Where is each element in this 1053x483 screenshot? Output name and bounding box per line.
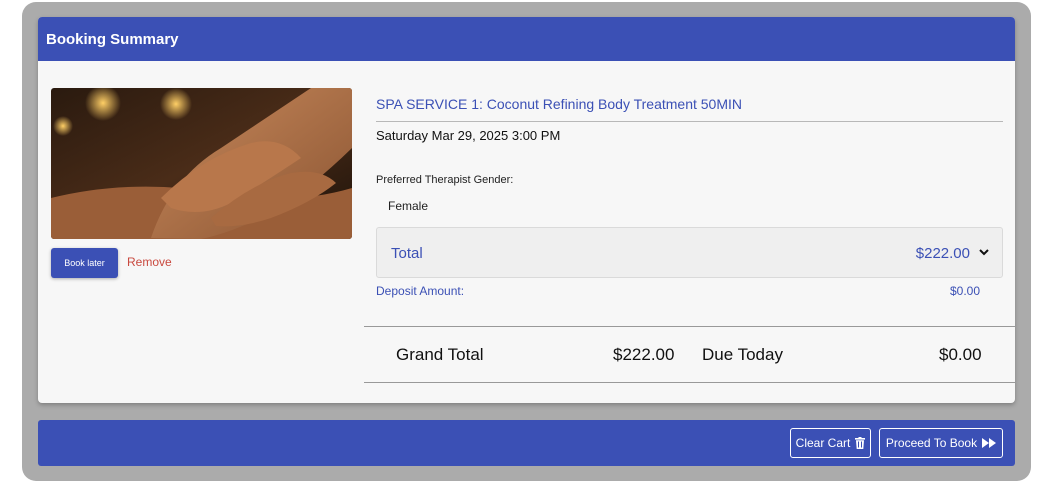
footer-bar: Clear Cart Proceed To Book xyxy=(38,420,1015,466)
divider xyxy=(364,326,1015,327)
book-later-button[interactable]: Book later xyxy=(51,248,118,278)
total-label: Total xyxy=(391,245,423,262)
proceed-to-book-button[interactable]: Proceed To Book xyxy=(879,428,1003,458)
clear-cart-label: Clear Cart xyxy=(795,436,851,450)
divider xyxy=(364,382,1015,383)
proceed-label: Proceed To Book xyxy=(885,436,978,450)
grand-total-value: $222.00 xyxy=(613,345,675,364)
divider xyxy=(376,121,1003,122)
trash-icon xyxy=(855,437,866,449)
page-title: Booking Summary xyxy=(46,31,179,48)
service-title: SPA SERVICE 1: Coconut Refining Body Tre… xyxy=(376,96,742,112)
total-value: $222.00 xyxy=(915,245,970,262)
total-expander[interactable]: Total $222.00 xyxy=(376,227,1003,278)
fast-forward-icon xyxy=(982,438,997,448)
remove-link[interactable]: Remove xyxy=(127,255,172,269)
grand-total-label: Grand Total xyxy=(396,345,484,364)
service-datetime: Saturday Mar 29, 2025 3:00 PM xyxy=(376,128,561,143)
panel-header: Booking Summary xyxy=(38,17,1015,61)
due-today-value: $0.00 xyxy=(939,345,982,364)
chevron-down-icon[interactable] xyxy=(978,246,990,258)
deposit-value: $0.00 xyxy=(950,284,981,298)
therapist-gender-value: Female xyxy=(388,199,429,213)
booking-summary-panel: Booking Summary Book later Remove SPA SE… xyxy=(38,17,1015,403)
due-today-label: Due Today xyxy=(702,345,783,364)
deposit-label: Deposit Amount: xyxy=(376,284,465,298)
clear-cart-button[interactable]: Clear Cart xyxy=(790,428,871,458)
therapist-gender-label: Preferred Therapist Gender: xyxy=(376,174,514,186)
service-image xyxy=(51,88,352,239)
